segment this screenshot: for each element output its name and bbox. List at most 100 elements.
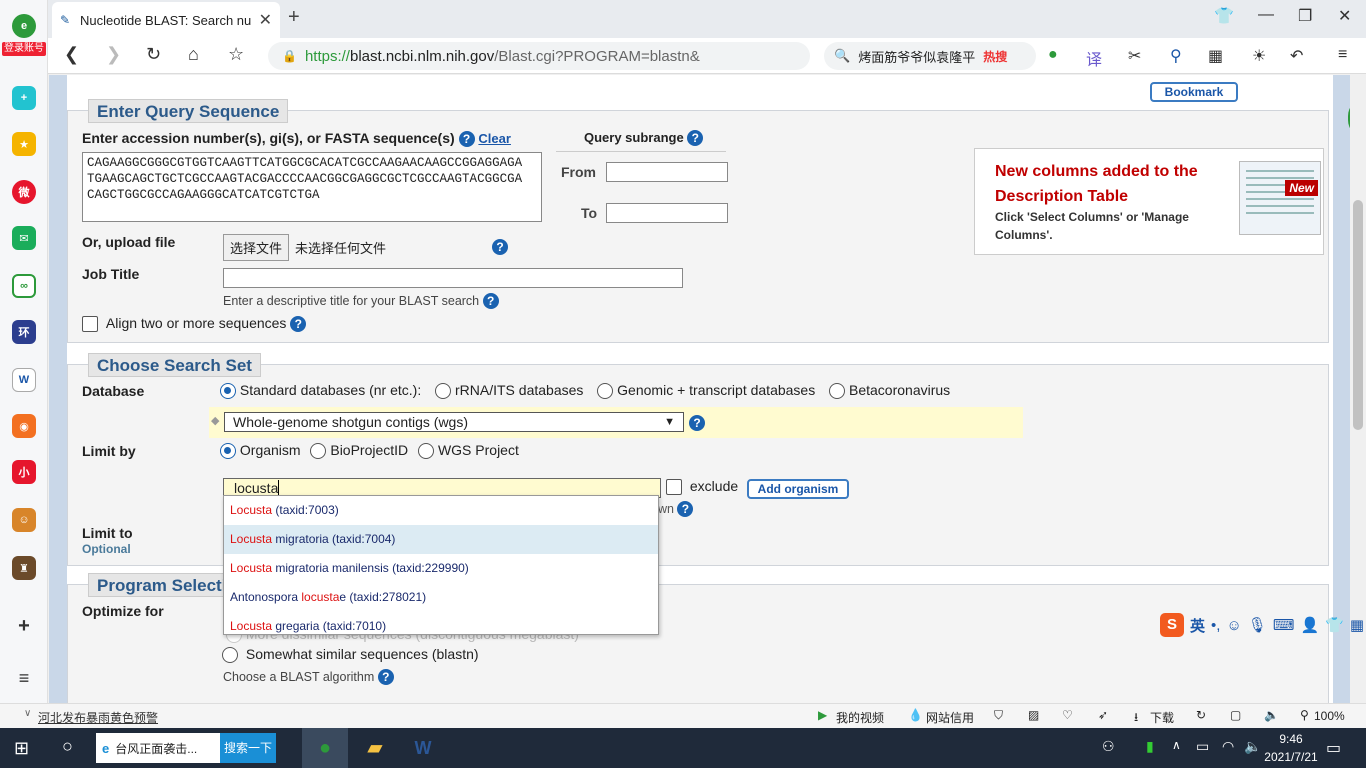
keyboard-icon[interactable]: ⌨ (1273, 616, 1295, 634)
undo-icon[interactable]: ↶ (1290, 46, 1303, 66)
chat-icon[interactable]: ● (1048, 46, 1058, 64)
zoom-level[interactable]: 100% (1314, 709, 1345, 723)
image-icon[interactable]: ▨ (1028, 708, 1039, 722)
volume-icon[interactable]: 🔈 (1264, 708, 1279, 722)
help-icon[interactable]: ? (687, 130, 704, 146)
tshirt-icon[interactable]: 👕 (1214, 6, 1234, 26)
wifi-icon[interactable]: ◠ (1222, 738, 1234, 755)
video-icon[interactable]: ◉ (12, 414, 36, 438)
windows-start-icon[interactable]: ⊞ (14, 738, 29, 759)
address-input[interactable]: 🔒 https:// blast.ncbi.nlm.nih.gov /Blast… (268, 42, 810, 70)
weibo-icon[interactable]: 微 (12, 180, 36, 204)
refresh-icon[interactable]: ↻ (1196, 708, 1206, 722)
app-icon[interactable]: 小 (12, 460, 36, 484)
window-icon[interactable]: ▢ (1230, 708, 1241, 722)
mic-icon[interactable]: 🎙 (1248, 616, 1267, 634)
news-link[interactable]: 河北发布暴雨黄色预警 (38, 709, 158, 726)
emoji-icon[interactable]: ☺ (1226, 617, 1241, 634)
radio-blastn[interactable] (222, 647, 238, 664)
apps-grid-icon[interactable]: ▦ (1208, 46, 1223, 66)
scrollbar-thumb[interactable] (1353, 200, 1363, 430)
ime-lang[interactable]: 英 (1190, 615, 1205, 636)
suggestion-item[interactable]: Antonospora locustae (taxid:278021) (224, 583, 658, 612)
battery-icon[interactable]: ▮ (1146, 738, 1154, 755)
clear-link[interactable]: Clear (478, 131, 511, 146)
page-scrollbar[interactable] (1350, 75, 1366, 703)
add-organism-button[interactable]: Add organism (747, 479, 849, 499)
to-input[interactable] (606, 203, 728, 223)
credit-link[interactable]: 网站信用 (926, 709, 974, 726)
db-radio-genomic[interactable] (597, 383, 614, 400)
minimize-icon[interactable]: — (1258, 6, 1274, 24)
help-icon[interactable]: ? (492, 239, 508, 255)
taskbar-app-explorer[interactable]: ▰ (352, 728, 398, 768)
close-tab-icon[interactable]: ✕ (259, 10, 272, 30)
health-icon[interactable]: + (12, 86, 36, 110)
new-tab-icon[interactable]: + (288, 6, 300, 29)
cloud-icon[interactable]: ∞ (12, 274, 36, 298)
document-icon[interactable]: W (12, 368, 36, 392)
user-icon[interactable]: 👤 (1300, 616, 1319, 634)
login-button[interactable]: 登录账号 (2, 42, 46, 56)
game-icon[interactable]: 环 (12, 320, 36, 344)
scissors-icon[interactable]: ✂ (1128, 46, 1141, 66)
from-input[interactable] (606, 162, 728, 182)
clock[interactable]: 9:46 2021/7/21 (1258, 730, 1324, 766)
cortana-icon[interactable]: ○ (62, 736, 73, 757)
game2-icon[interactable]: ☺ (12, 508, 36, 532)
close-window-icon[interactable]: ✕ (1338, 6, 1351, 26)
menu-icon[interactable]: ≡ (1338, 46, 1347, 64)
suggestion-item[interactable]: Locusta migratoria manilensis (taxid:229… (224, 554, 658, 583)
back-icon[interactable]: ❮ (64, 44, 79, 65)
help-icon[interactable]: ? (458, 131, 475, 147)
home-icon[interactable]: ⌂ (188, 44, 199, 65)
exclude-checkbox[interactable] (666, 479, 682, 496)
reload-icon[interactable]: ↻ (146, 44, 161, 65)
my-video-link[interactable]: 我的视频 (836, 709, 884, 726)
punctuation-icon[interactable]: •, (1211, 617, 1220, 634)
suggestion-item[interactable]: Locusta (taxid:7003) (224, 496, 658, 525)
help-icon[interactable]: ? (290, 316, 307, 332)
help-icon[interactable]: ? (377, 669, 394, 685)
db-radio-standard[interactable] (220, 383, 236, 400)
limit-radio-bioproject[interactable] (310, 443, 327, 460)
align-checkbox[interactable] (82, 316, 98, 333)
tab-blast[interactable]: ✎ Nucleotide BLAST: Search nu ✕ (52, 2, 280, 38)
suggestion-item[interactable]: Locusta gregaria (taxid:7010) (224, 612, 658, 641)
taskbar-app-browser[interactable]: ● (302, 728, 348, 768)
taskbar-search[interactable]: e 台风正面袭击... 搜索一下 (96, 733, 276, 763)
limit-radio-organism[interactable] (220, 443, 236, 460)
taskbar-search-button[interactable]: 搜索一下 (219, 733, 276, 763)
browser-search-box[interactable]: 🔍 烤面筋爷爷似袁隆平 热搜 (824, 42, 1036, 70)
translate-icon[interactable]: 译 (1086, 46, 1102, 70)
taskbar-app-word[interactable]: W (400, 728, 446, 768)
game3-icon[interactable]: ♜ (12, 556, 36, 580)
db-radio-rrna[interactable] (435, 383, 452, 400)
skin-icon[interactable]: 👕 (1325, 616, 1344, 634)
heart-icon[interactable]: ♡ (1062, 708, 1073, 722)
help-icon[interactable]: ? (677, 501, 694, 517)
db-radio-betacoronavirus[interactable] (829, 383, 846, 400)
rocket-icon[interactable]: ➶ (1098, 708, 1108, 722)
network-icon[interactable]: ▭ (1196, 738, 1209, 755)
add-icon[interactable]: + (12, 614, 36, 638)
person-icon[interactable]: ⚇ (1102, 738, 1115, 755)
sequence-textarea[interactable]: CAGAAGGCGGGCGTGGTCAAGTTCATGGCGCACATCGCCA… (82, 152, 542, 222)
help-icon[interactable]: ? (482, 293, 499, 309)
job-title-input[interactable] (223, 268, 683, 288)
database-select[interactable]: Whole-genome shotgun contigs (wgs) ▼ (224, 412, 684, 432)
download-link[interactable]: 下载 (1150, 709, 1174, 726)
bookmark-button[interactable]: Bookmark (1150, 82, 1238, 102)
forward-icon[interactable]: ❯ (106, 44, 121, 65)
maximize-icon[interactable]: ❐ (1298, 6, 1312, 26)
tools-grid-icon[interactable]: ▦ (1350, 616, 1364, 634)
shield-icon[interactable]: ⛉ (994, 708, 1003, 723)
browser-logo-icon[interactable]: e (12, 14, 36, 38)
tray-expand-icon[interactable]: ∧ (1172, 738, 1181, 752)
suggestion-item[interactable]: Locusta migratoria (taxid:7004) (224, 525, 658, 554)
favorites-icon[interactable]: ★ (12, 132, 36, 156)
notification-icon[interactable]: ▭ (1326, 738, 1341, 758)
find-icon[interactable]: ⚲ (1170, 46, 1182, 66)
sogou-icon[interactable]: S (1160, 613, 1184, 637)
bookmark-star-icon[interactable]: ☆ (228, 44, 244, 65)
